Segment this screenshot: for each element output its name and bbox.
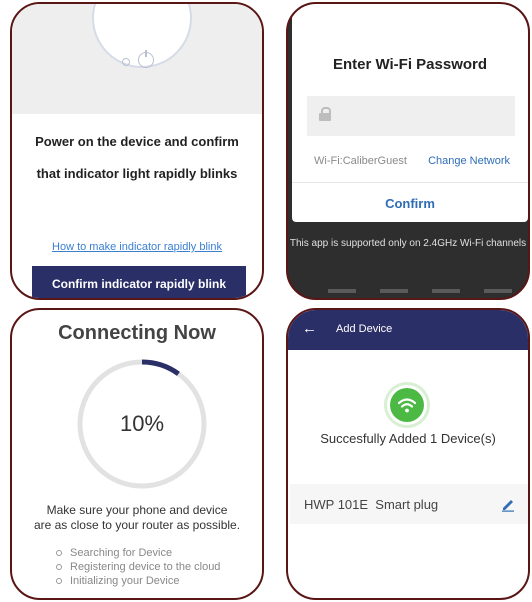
proximity-message: Make sure your phone and device are as c… (12, 503, 262, 533)
background-bar (432, 289, 460, 293)
password-input[interactable] (307, 96, 515, 136)
wifi-icon (390, 388, 424, 422)
step-item: Searching for Device (56, 546, 220, 560)
background-bar (380, 289, 408, 293)
power-icon (138, 50, 154, 68)
panel-power-on: Power on the device and confirm that ind… (10, 2, 264, 300)
device-name: HWP 101E Smart plug (304, 497, 439, 512)
background-bar (484, 289, 512, 293)
panel-wifi-password: Enter Wi-Fi Password Wi-Fi:CaliberGuest … (286, 2, 530, 300)
progress-percent: 10% (119, 411, 165, 436)
instruction-line-2: that indicator light rapidly blinks (36, 166, 238, 181)
background-bar (328, 289, 356, 293)
page-title: Connecting Now (58, 322, 216, 344)
dialog-title: Enter Wi-Fi Password (332, 56, 488, 73)
instruction-line-1: Power on the device and confirm (35, 134, 239, 149)
step-list: Searching for Device Registering device … (56, 546, 220, 588)
change-network-link[interactable]: Change Network (428, 155, 510, 167)
wifi-network-label: Wi-Fi:CaliberGuest (314, 155, 407, 167)
step-item: Initializing your Device (56, 574, 220, 588)
confirm-button[interactable]: Confirm (292, 196, 528, 211)
divider (292, 182, 528, 183)
header-title: Add Device (336, 323, 393, 335)
back-arrow-icon[interactable]: ← (302, 320, 317, 337)
panel-connecting: Connecting Now 10% Make sure your phone … (10, 308, 264, 600)
device-row[interactable]: HWP 101E Smart plug (290, 484, 528, 524)
support-note: This app is supported only on 2.4GHz Wi-… (289, 238, 527, 249)
power-instruction: Power on the device and confirm that ind… (12, 126, 262, 190)
wifi-password-dialog: Enter Wi-Fi Password Wi-Fi:CaliberGuest … (292, 4, 528, 222)
message-line-2: are as close to your router as possible. (33, 518, 241, 532)
success-message: Succesfully Added 1 Device(s) (320, 431, 496, 446)
confirm-blink-button[interactable]: Confirm indicator rapidly blink (32, 266, 246, 298)
pencil-icon[interactable] (500, 496, 516, 512)
indicator-light-icon (122, 58, 130, 66)
lock-icon (319, 107, 331, 121)
help-link[interactable]: How to make indicator rapidly blink (12, 241, 262, 253)
step-item: Registering device to the cloud (56, 560, 220, 574)
panel-add-device: ← Add Device Succesfully Added 1 Device(… (286, 308, 530, 600)
app-header: ← Add Device (288, 310, 528, 350)
message-line-1: Make sure your phone and device (46, 503, 228, 517)
